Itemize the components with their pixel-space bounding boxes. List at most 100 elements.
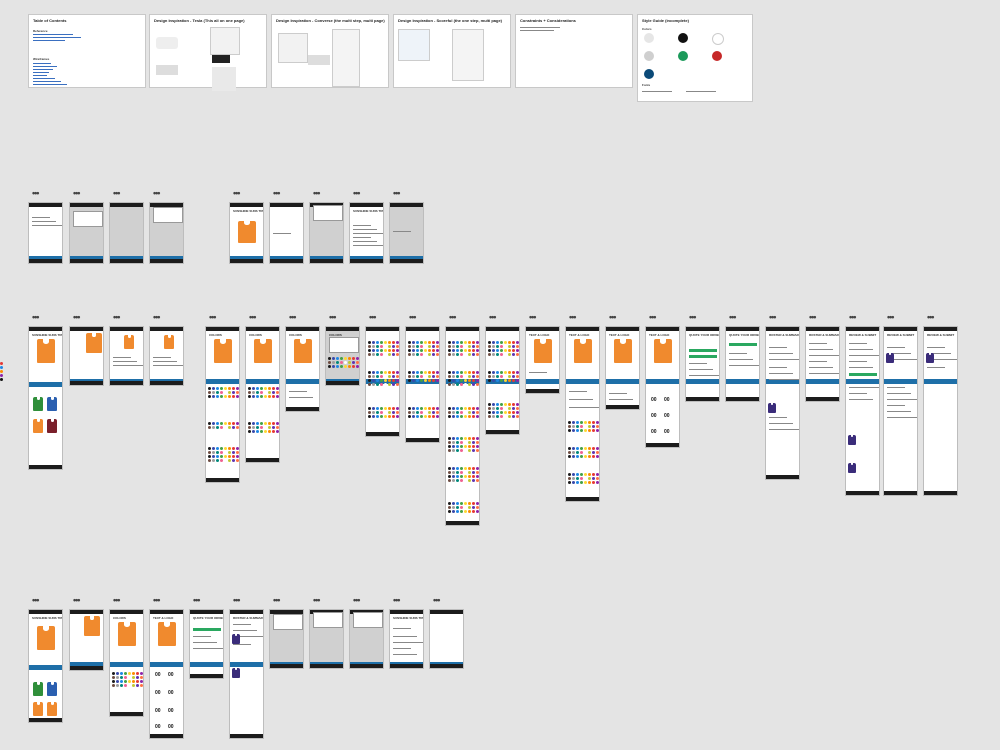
color-swatch[interactable] xyxy=(572,421,575,424)
more-options-icon[interactable]: ••• xyxy=(769,313,777,322)
more-options-icon[interactable]: ••• xyxy=(233,596,241,605)
color-swatch[interactable] xyxy=(436,411,439,414)
more-options-icon[interactable]: ••• xyxy=(849,313,857,322)
color-swatch[interactable] xyxy=(436,341,439,344)
color-swatch[interactable] xyxy=(232,426,235,429)
color-swatch[interactable] xyxy=(476,411,479,414)
color-swatch[interactable] xyxy=(420,353,423,356)
color-swatch[interactable] xyxy=(408,353,411,356)
color-swatch[interactable] xyxy=(452,437,455,440)
more-options-icon[interactable]: ••• xyxy=(353,596,361,605)
color-swatch[interactable] xyxy=(488,407,491,410)
color-swatch[interactable] xyxy=(428,353,431,356)
color-swatch[interactable] xyxy=(464,506,467,509)
color-swatch[interactable] xyxy=(392,345,395,348)
color-swatch[interactable] xyxy=(392,349,395,352)
color-swatch[interactable] xyxy=(476,353,479,356)
wireframe-screen[interactable]: SUNSHINE SUNS TRUE SMITHSONIAN xyxy=(28,609,63,723)
color-swatch[interactable] xyxy=(356,357,359,360)
color-swatch[interactable] xyxy=(352,357,355,360)
more-options-icon[interactable]: ••• xyxy=(113,189,121,198)
more-options-icon[interactable]: ••• xyxy=(273,189,281,198)
color-swatch[interactable] xyxy=(220,455,223,458)
color-swatch[interactable] xyxy=(384,345,387,348)
color-swatch[interactable] xyxy=(448,471,451,474)
color-swatch[interactable] xyxy=(572,429,575,432)
color-swatch[interactable] xyxy=(424,345,427,348)
color-swatch[interactable] xyxy=(388,407,391,410)
color-swatch[interactable] xyxy=(472,353,475,356)
color-swatch[interactable] xyxy=(464,441,467,444)
color-swatch[interactable] xyxy=(252,391,255,394)
color-swatch[interactable] xyxy=(452,415,455,418)
color-swatch[interactable] xyxy=(392,379,395,382)
color-swatch[interactable] xyxy=(448,353,451,356)
color-swatch[interactable] xyxy=(252,387,255,390)
color-swatch[interactable] xyxy=(224,391,227,394)
color-swatch[interactable] xyxy=(472,407,475,410)
color-swatch[interactable] xyxy=(568,429,571,432)
color-swatch[interactable] xyxy=(460,471,463,474)
color-swatch[interactable] xyxy=(456,502,459,505)
more-options-icon[interactable]: ••• xyxy=(273,596,281,605)
color-swatch[interactable] xyxy=(568,447,571,450)
color-swatch[interactable] xyxy=(472,475,475,478)
color-swatch[interactable] xyxy=(472,345,475,348)
toc-link[interactable] xyxy=(33,84,67,85)
color-swatch[interactable] xyxy=(516,349,519,352)
color-swatch[interactable] xyxy=(432,349,435,352)
color-swatch[interactable] xyxy=(496,407,499,410)
color-swatch[interactable] xyxy=(420,375,423,378)
color-swatch[interactable] xyxy=(412,341,415,344)
color-swatch[interactable] xyxy=(248,422,251,425)
color-swatch[interactable] xyxy=(268,430,271,433)
wireframe-screen[interactable]: ROSTER & SUMMARY xyxy=(765,326,800,480)
wireframe-screen[interactable]: QUOTE YOUR ORDER xyxy=(189,609,224,679)
wireframe-screen[interactable] xyxy=(269,202,304,264)
color-swatch[interactable] xyxy=(236,459,239,462)
color-swatch[interactable] xyxy=(212,447,215,450)
color-swatch[interactable] xyxy=(512,349,515,352)
board-tesla-inspiration[interactable]: Design Inspiration - Tesla (This all on … xyxy=(149,14,267,91)
color-swatch[interactable] xyxy=(436,345,439,348)
wireframe-screen[interactable]: SUNSHINE SUNS TRUE SMITHSONIAN xyxy=(28,326,63,470)
continue-button[interactable] xyxy=(286,379,319,384)
color-swatch[interactable] xyxy=(568,477,571,480)
wireframe-screen[interactable]: COLORS xyxy=(205,326,240,483)
color-swatch[interactable] xyxy=(268,426,271,429)
color-swatch[interactable] xyxy=(376,411,379,414)
color-swatch[interactable] xyxy=(372,415,375,418)
color-swatch[interactable] xyxy=(372,345,375,348)
color-swatch[interactable] xyxy=(588,421,591,424)
color-swatch[interactable] xyxy=(456,341,459,344)
color-swatch[interactable] xyxy=(432,345,435,348)
color-swatch[interactable] xyxy=(372,353,375,356)
color-swatch[interactable] xyxy=(448,475,451,478)
color-swatch[interactable] xyxy=(348,361,351,364)
wireframe-screen[interactable] xyxy=(28,202,63,264)
color-swatch[interactable] xyxy=(452,441,455,444)
color-swatch[interactable] xyxy=(272,395,275,398)
color-swatch[interactable] xyxy=(332,361,335,364)
color-swatch[interactable] xyxy=(496,353,499,356)
color-swatch[interactable] xyxy=(388,371,391,374)
color-swatch[interactable] xyxy=(408,341,411,344)
color-swatch[interactable] xyxy=(456,353,459,356)
color-swatch[interactable] xyxy=(220,451,223,454)
more-options-icon[interactable]: ••• xyxy=(249,313,257,322)
color-swatch[interactable] xyxy=(392,375,395,378)
color-swatch[interactable] xyxy=(416,411,419,414)
color-swatch[interactable] xyxy=(416,349,419,352)
color-swatch[interactable] xyxy=(248,387,251,390)
color-swatch[interactable] xyxy=(412,375,415,378)
color-swatch[interactable] xyxy=(216,455,219,458)
color-swatch[interactable] xyxy=(568,481,571,484)
color-swatch[interactable] xyxy=(476,383,479,386)
continue-button[interactable] xyxy=(29,382,62,387)
color-swatch[interactable] xyxy=(380,415,383,418)
wireframe-screen[interactable] xyxy=(109,202,144,264)
more-options-icon[interactable]: ••• xyxy=(329,313,337,322)
color-swatch[interactable] xyxy=(596,421,599,424)
color-swatch[interactable] xyxy=(504,345,507,348)
color-swatch[interactable] xyxy=(232,447,235,450)
